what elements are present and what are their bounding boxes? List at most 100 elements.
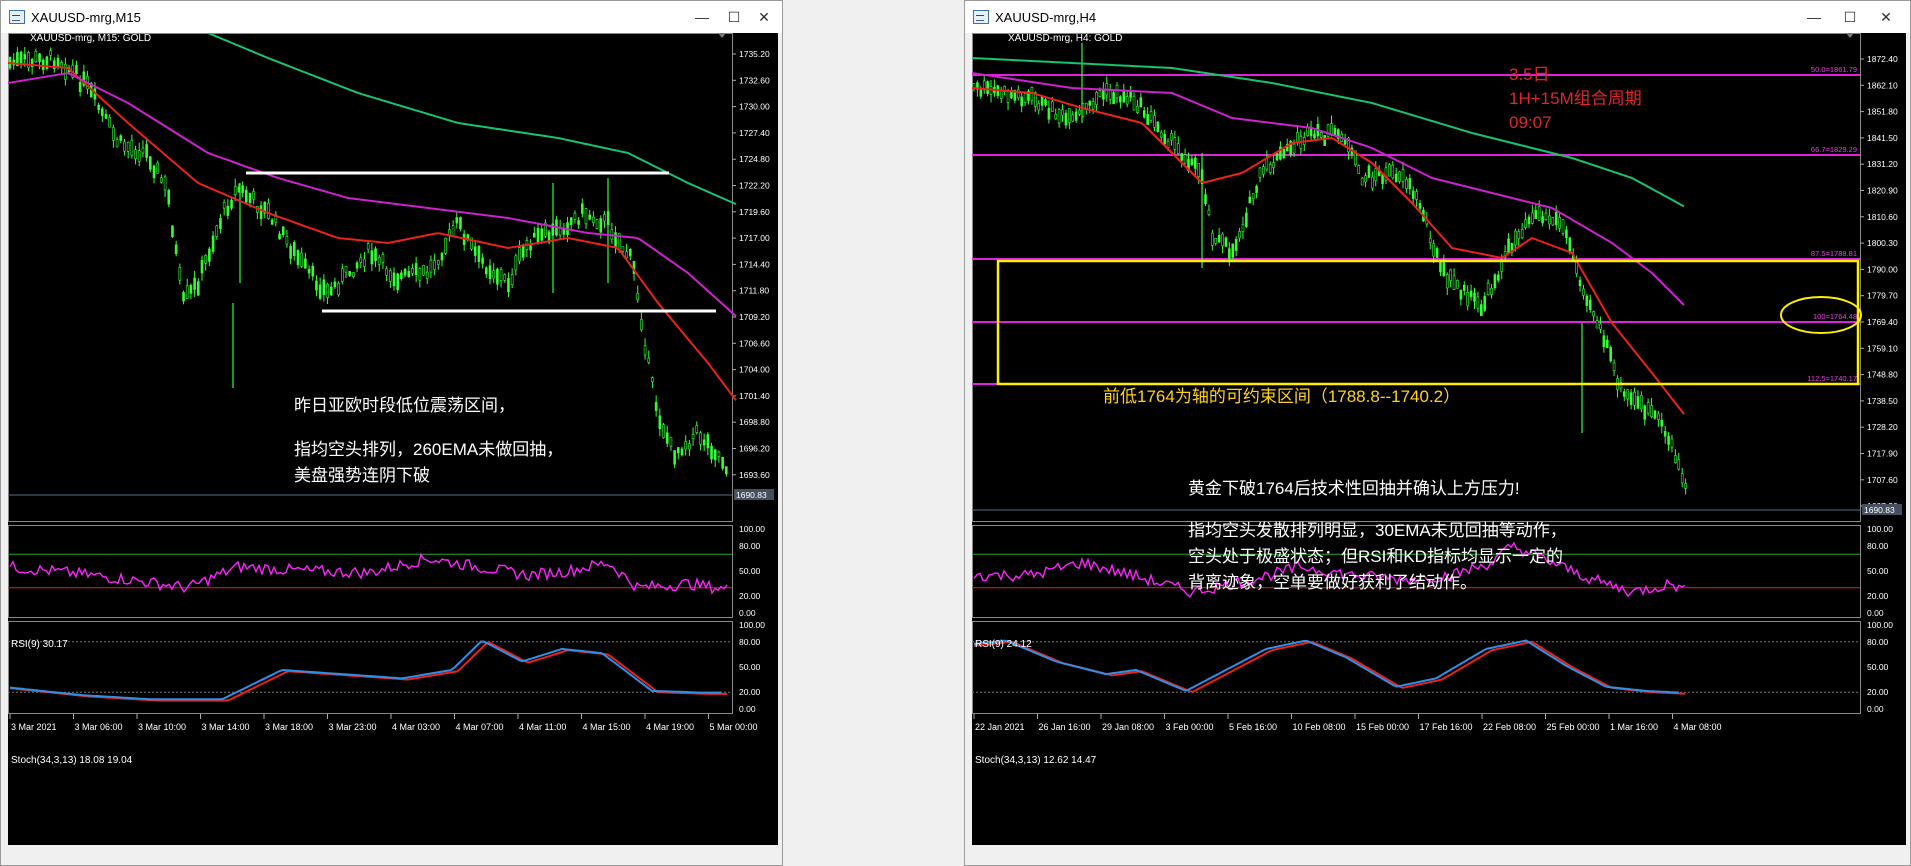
close-icon[interactable]: ✕ — [1868, 1, 1904, 33]
chart-area[interactable]: 1872.40 1862.10 1851.80 1841.50 1831.20 1820.… — [972, 33, 1906, 845]
fib-level-label: 66.7=1829.29 — [1811, 145, 1857, 154]
chart-window-m15[interactable]: XAUUSD-mrg,M15 — ☐ ✕ 1735.20 1732.60 1730.… — [0, 0, 783, 866]
annotation-line: 空头处于极盛状态；但RSI和KD指标均显示一定的 — [1188, 547, 1563, 566]
candle-body — [706, 434, 710, 449]
stoch-tick-label: 0.00 — [1867, 704, 1884, 714]
stoch-tick-label: 100.00 — [739, 620, 765, 630]
price-tick-label: 1709.20 — [739, 312, 770, 322]
candle-body — [112, 127, 115, 141]
rsi-pane-frame — [8, 525, 733, 618]
stoch-label: Stoch(34,3,13) 18.08 19.04 — [11, 755, 133, 766]
time-tick-label: 3 Mar 06:00 — [75, 722, 123, 732]
window-titlebar[interactable]: XAUUSD-mrg,M15 — ☐ ✕ — [1, 1, 782, 33]
candle-body — [603, 214, 606, 222]
candle-body — [1231, 243, 1235, 258]
candle-body — [1524, 219, 1527, 228]
candle-body — [374, 248, 377, 262]
candle-body — [533, 232, 536, 238]
candle-body — [1211, 232, 1214, 246]
candle-body — [1599, 323, 1602, 330]
annotation-line: 指均空头发散排列明显，30EMA未见回抽等动作， — [1188, 521, 1567, 540]
symbol-label: XAUUSD-mrg, M15: GOLD — [30, 33, 152, 44]
candle-body — [540, 228, 543, 241]
candle-body — [1643, 405, 1647, 420]
time-tick-label: 4 Mar 08:00 — [1674, 722, 1722, 732]
candle-body — [510, 274, 514, 286]
stoch-tick-label: 50.00 — [739, 662, 761, 672]
candle-body — [702, 439, 706, 446]
price-tick-label: 1698.80 — [739, 417, 770, 427]
candle-body — [1071, 114, 1075, 122]
time-tick-label: 3 Mar 14:00 — [202, 722, 250, 732]
candle-body — [171, 225, 174, 237]
candle-body — [101, 108, 104, 116]
annotation-line: 黄金下破1764后技术性回抽并确认上方压力! — [1188, 479, 1520, 498]
candle-body — [1170, 133, 1173, 141]
candle-body — [1452, 275, 1456, 290]
candle-body — [1343, 139, 1347, 145]
app-icon — [9, 10, 25, 24]
candle-body — [326, 283, 329, 298]
candle-body — [403, 268, 407, 276]
candle-body — [695, 425, 699, 433]
minimize-icon[interactable]: — — [684, 1, 720, 33]
stoch-tick-label: 20.00 — [739, 687, 761, 697]
chart-window-h4[interactable]: XAUUSD-mrg,H4 — ☐ ✕ 1872.40 1862.10 1851.8… — [964, 0, 1911, 866]
candle-body — [1064, 112, 1068, 126]
candle-body — [492, 270, 495, 279]
candle-body — [389, 270, 392, 282]
candle-body — [1217, 235, 1221, 243]
candle-body — [1544, 212, 1548, 220]
window-titlebar[interactable]: XAUUSD-mrg,H4 — ☐ ✕ — [965, 1, 1910, 33]
rsi-tick-label: 50.00 — [739, 566, 761, 576]
candle-body — [333, 281, 337, 288]
candle-body — [725, 466, 728, 475]
candle-body — [1228, 248, 1231, 260]
app-icon — [973, 10, 989, 24]
fib-level-label: 50.0=1861.79 — [1811, 65, 1857, 74]
candle-body — [1541, 216, 1544, 224]
time-tick-label: 3 Mar 23:00 — [329, 722, 377, 732]
candle-body — [1657, 413, 1660, 420]
candle-body — [1163, 134, 1166, 145]
candle-body — [1074, 111, 1078, 121]
candle-body — [115, 139, 119, 148]
candle-body — [1466, 292, 1469, 307]
candle-body — [226, 205, 230, 216]
candle-body — [248, 192, 252, 203]
candle-body — [75, 65, 78, 75]
time-tick-label: 4 Mar 11:00 — [519, 722, 566, 732]
time-tick-label: 5 Feb 16:00 — [1229, 722, 1277, 732]
candle-body — [496, 268, 499, 285]
maximize-icon[interactable]: ☐ — [1832, 1, 1868, 33]
candle-body — [1241, 223, 1245, 233]
candle-body — [1136, 105, 1139, 113]
note-line: 1H+15M组合周期 — [1509, 89, 1642, 108]
candle-body — [477, 245, 481, 262]
candle-body — [407, 271, 411, 277]
candle-body — [684, 441, 687, 450]
annotation-line: 美盘强势连阴下破 — [294, 466, 430, 485]
candle-body — [1636, 396, 1640, 409]
candle-body — [1565, 229, 1568, 239]
close-icon[interactable]: ✕ — [746, 1, 782, 33]
time-tick-label: 4 Mar 19:00 — [646, 722, 694, 732]
candle-body — [688, 443, 691, 450]
candle-body — [41, 59, 45, 70]
minimize-icon[interactable]: — — [1796, 1, 1832, 33]
candle-body — [222, 202, 226, 209]
candle-body — [643, 345, 647, 356]
candle-body — [1558, 217, 1561, 229]
candle-body — [514, 255, 518, 271]
candle-body — [174, 244, 178, 255]
candle-body — [595, 219, 599, 229]
candle-body — [1313, 133, 1316, 139]
price-tick-label: 1810.60 — [1867, 212, 1898, 222]
chart-area[interactable]: 1735.20 1732.60 1730.00 1727.40 1724.80 1722.… — [8, 33, 778, 845]
candle-body — [1319, 132, 1323, 138]
candle-body — [1527, 216, 1531, 225]
annotation-line: 昨日亚欧时段低位震荡区间， — [294, 396, 515, 415]
candle-body — [1119, 96, 1122, 103]
candle-body — [1323, 135, 1326, 146]
time-tick-label: 29 Jan 08:00 — [1102, 722, 1154, 732]
